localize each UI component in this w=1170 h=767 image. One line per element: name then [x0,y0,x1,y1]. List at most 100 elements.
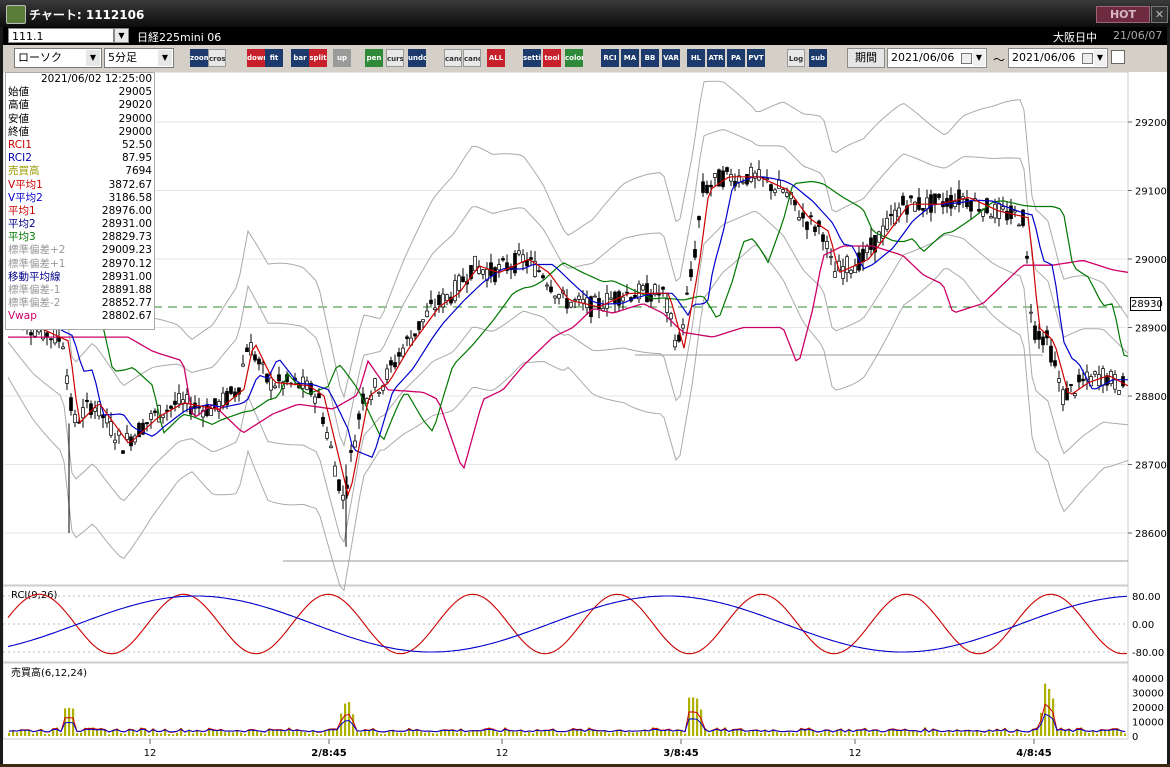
volume-bar [952,733,955,736]
toolbar-zoom-button[interactable]: zoom [190,49,208,67]
toolbar-ma-button[interactable]: MA [621,49,639,67]
candle-body [405,336,409,339]
candle-body [433,307,437,311]
toolbar-fit-button[interactable]: fit [265,49,283,67]
toolbar-candle-a-button[interactable]: candle-a [444,49,462,67]
volume-bar [284,731,287,736]
toolbar-pa-button[interactable]: PA [727,49,745,67]
data-panel-value: 28829.73 [101,231,152,244]
volume-bar [872,730,875,736]
volume-bar [384,734,387,736]
toolbar-crosshair-button[interactable]: crosshair [208,49,226,67]
toolbar-settings-button[interactable]: settings [523,49,541,67]
candle-body [301,376,305,389]
volume-bar [176,732,179,736]
range-checkbox[interactable] [1111,50,1125,64]
candle-body [917,197,921,210]
candle-body [173,400,177,405]
candle-body [865,246,869,254]
data-panel-row: 安値 29000 [6,113,154,126]
volume-bar [156,733,159,736]
volume-bar [936,730,939,736]
candle-body [681,324,685,329]
volume-bar [232,732,235,736]
toolbar-atr-button[interactable]: ATR [707,49,725,67]
volume-bar [12,731,15,736]
toolbar-candle-b-button[interactable]: candle-b [463,49,481,67]
volume-bar [980,732,983,736]
candle-body [149,413,153,420]
toolbar-rci-button[interactable]: RCI [601,49,619,67]
chevron-down-icon[interactable]: ▼ [1094,50,1106,66]
chart-canvas[interactable]: 29200 29100 29000 28900 28800 28700 28600 80.00… [3,72,1167,764]
candle-body [821,234,825,242]
interval-select[interactable]: 5分足 ▼ [104,48,174,68]
candle-body [1061,389,1065,405]
volume-bar [836,730,839,736]
chart-area[interactable]: 29200 29100 29000 28900 28800 28700 28600 80.00… [3,72,1167,764]
volume-bar [516,731,519,736]
hot-button[interactable]: HOT [1096,6,1150,23]
toolbar-log-button[interactable]: Log [787,49,805,67]
calendar-icon[interactable] [961,53,972,64]
symbol-dropdown-icon[interactable]: ▼ [114,28,129,43]
volume-bar [216,731,219,736]
data-panel-row: 標準偏差+2 29009.23 [6,244,154,257]
data-panel-value: 28852.77 [101,297,152,310]
calendar-icon[interactable] [1082,53,1093,64]
candle-body [377,392,381,394]
symbol-name: 日経225mini 06 [137,31,222,44]
candle-body [925,197,929,210]
candle-body [425,310,429,317]
data-panel-value: 87.95 [121,152,152,165]
toolbar-tool-button[interactable]: tool [543,49,561,67]
toolbar-bb-button[interactable]: BB [641,49,659,67]
toolbar-cursor-button[interactable]: cursor [386,49,404,67]
volume-tick-label: 20000 [1132,703,1164,714]
candle-body [473,255,477,272]
volume-tick-label: 10000 [1132,718,1164,729]
toolbar-pen-button[interactable]: pen [365,49,383,67]
candle-body [801,212,805,219]
candle-body [889,213,893,217]
data-panel-value: 29000 [118,112,152,125]
period-button[interactable]: 期間 [847,48,885,68]
from-date-picker[interactable]: 2021/06/06 ▼ [887,48,987,68]
toolbar-bar-button[interactable]: bar [291,49,309,67]
toolbar-all-button[interactable]: ALL [487,49,505,67]
volume-bar [684,733,687,736]
toolbar-sub-button[interactable]: sub [809,49,827,67]
volume-bar [868,733,871,736]
volume-bar [264,734,267,736]
toolbar-pvt-button[interactable]: PVT [747,49,765,67]
data-panel-timestamp: 2021/06/02 12:25:00 [40,73,152,85]
candle-body [929,194,933,213]
volume-bar [1000,732,1003,736]
toolbar-split-button[interactable]: split [309,49,327,67]
time-tick-label: 12 [849,748,862,759]
volume-bar [612,732,615,736]
volume-bar [860,730,863,736]
candle-body [413,333,417,337]
chevron-down-icon[interactable]: ▼ [973,50,985,66]
candle-body [357,413,361,420]
volume-bar [792,732,795,736]
volume-bar [388,731,391,736]
symbol-input[interactable]: 111.1 [8,28,114,43]
chart-type-select[interactable]: ローソク ▼ [14,48,102,68]
volume-bar [600,731,603,736]
toolbar-var-button[interactable]: VAR [662,49,680,67]
close-button[interactable]: ✕ [1151,6,1168,23]
toolbar-up-button[interactable]: up [333,49,351,67]
volume-bar [356,731,359,736]
toolbar-down-button[interactable]: down [247,49,265,67]
to-date-picker[interactable]: 2021/06/06 ▼ [1008,48,1108,68]
volume-bar [36,732,39,736]
candle-body [333,465,337,477]
toolbar-color-button[interactable]: color [565,49,583,67]
data-panel-row: V平均1 3872.67 [6,179,154,192]
toolbar-hl-button[interactable]: HL [687,49,705,67]
candle-body [885,217,889,230]
toolbar-undo-button[interactable]: undo [408,49,426,67]
volume-bar [632,732,635,736]
